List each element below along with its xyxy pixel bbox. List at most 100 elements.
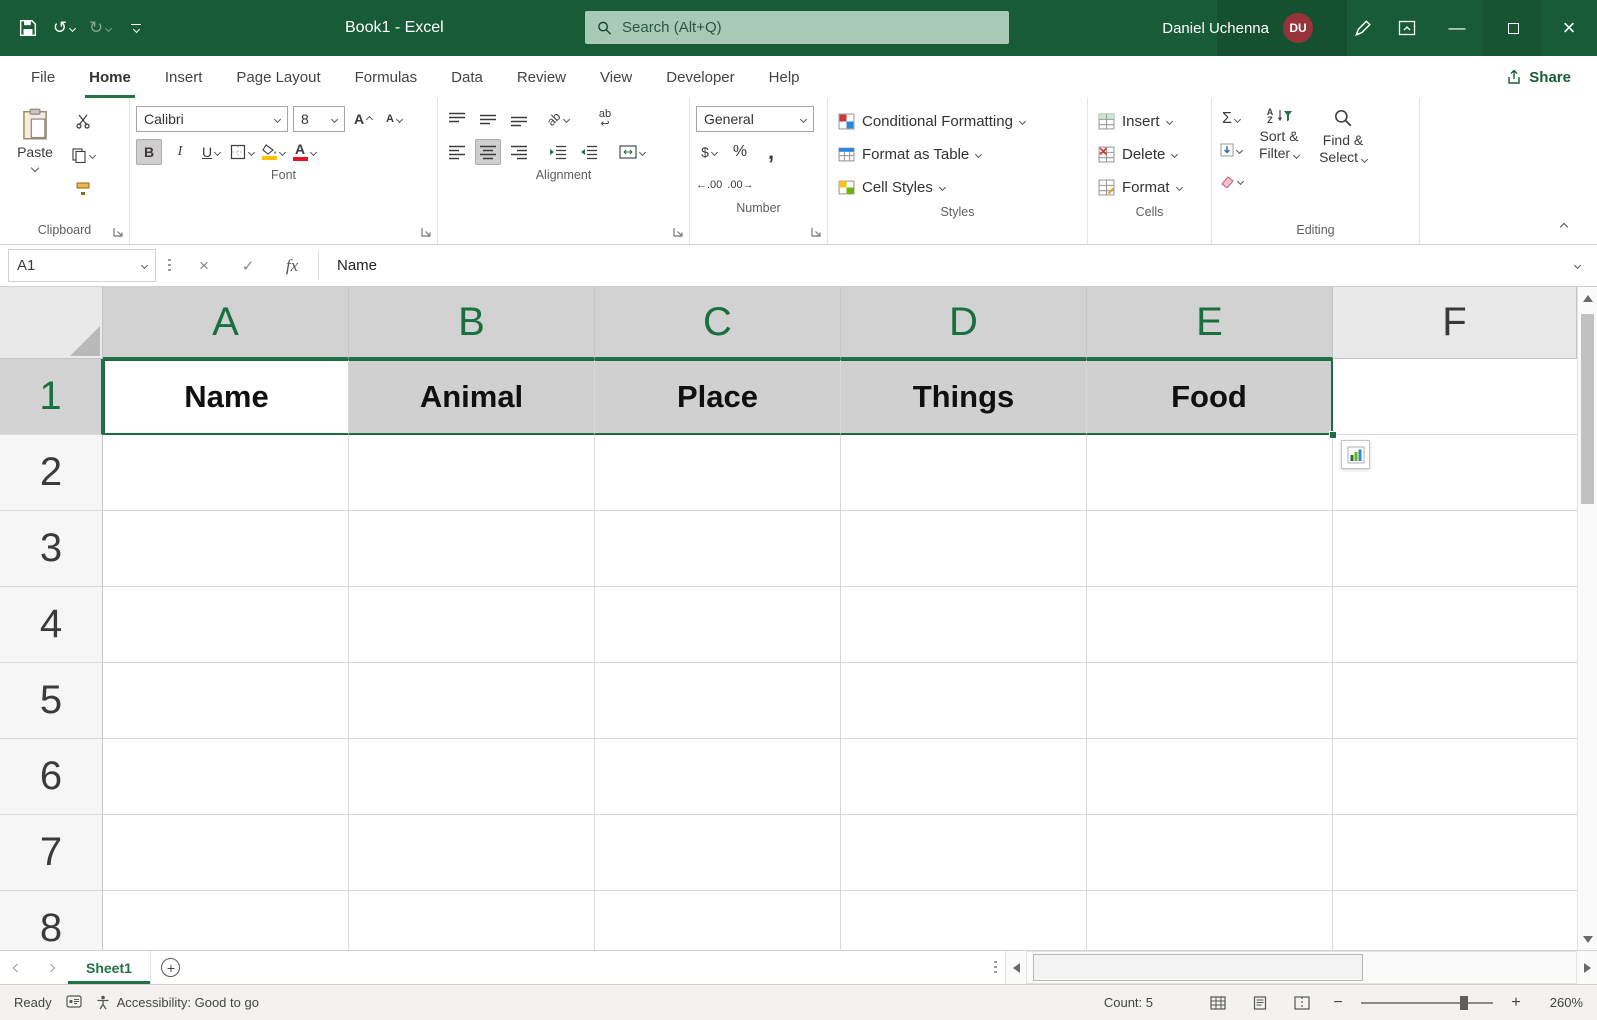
- grid-cell[interactable]: [1087, 739, 1333, 815]
- alignment-dialog-launcher[interactable]: [672, 225, 685, 238]
- grid-cell[interactable]: [103, 587, 349, 663]
- search-box[interactable]: [585, 11, 1009, 44]
- grid-cell[interactable]: [1087, 663, 1333, 739]
- grid-cell[interactable]: [349, 891, 595, 950]
- column-header-B[interactable]: B: [349, 287, 595, 359]
- previous-sheet-button[interactable]: [0, 951, 34, 984]
- top-align-button[interactable]: [444, 106, 470, 132]
- grid-cell[interactable]: [349, 511, 595, 587]
- tab-data[interactable]: Data: [434, 56, 500, 98]
- zoom-slider[interactable]: [1361, 995, 1493, 1010]
- comma-style-button[interactable]: ,: [758, 139, 784, 165]
- tab-help[interactable]: Help: [752, 56, 817, 98]
- save-button[interactable]: [12, 8, 44, 48]
- collapse-ribbon-button[interactable]: [1555, 220, 1573, 234]
- fill-color-button[interactable]: [260, 139, 286, 165]
- grid-cell[interactable]: [1087, 891, 1333, 950]
- grid-cell[interactable]: [1333, 815, 1577, 891]
- cell-B1[interactable]: Animal: [349, 359, 595, 435]
- vertical-scroll-thumb[interactable]: [1581, 314, 1594, 504]
- avatar[interactable]: DU: [1283, 13, 1313, 43]
- format-painter-button[interactable]: [70, 176, 96, 202]
- cell-styles-button[interactable]: Cell Styles: [834, 172, 1081, 202]
- horizontal-scroll-track[interactable]: [1026, 951, 1577, 984]
- font-dialog-launcher[interactable]: [420, 225, 433, 238]
- fill-handle[interactable]: [1329, 431, 1337, 439]
- tab-view[interactable]: View: [583, 56, 649, 98]
- name-box[interactable]: A1: [8, 249, 156, 282]
- grid-cell[interactable]: [103, 663, 349, 739]
- tab-file[interactable]: File: [14, 56, 72, 98]
- grid-cell[interactable]: [349, 663, 595, 739]
- grid-cell[interactable]: [1087, 435, 1333, 511]
- normal-view-button[interactable]: [1205, 992, 1231, 1014]
- cell-D1[interactable]: Things: [841, 359, 1087, 435]
- next-sheet-button[interactable]: [34, 951, 68, 984]
- grid-cell[interactable]: [103, 891, 349, 950]
- accessibility-status[interactable]: Accessibility: Good to go: [96, 995, 259, 1010]
- find-select-button[interactable]: Find & Select: [1314, 106, 1372, 166]
- row-header-7[interactable]: 7: [0, 815, 103, 891]
- column-header-D[interactable]: D: [841, 287, 1087, 359]
- tab-developer[interactable]: Developer: [649, 56, 751, 98]
- column-header-A[interactable]: A: [103, 287, 349, 359]
- align-right-button[interactable]: [506, 139, 532, 165]
- page-break-preview-button[interactable]: [1289, 992, 1315, 1014]
- percent-style-button[interactable]: %: [727, 139, 753, 165]
- ink-pen-button[interactable]: [1341, 0, 1385, 56]
- formula-bar-handle[interactable]: [156, 245, 182, 286]
- user-name[interactable]: Daniel Uchenna: [1162, 20, 1269, 37]
- insert-function-button[interactable]: fx: [270, 245, 314, 286]
- column-header-C[interactable]: C: [595, 287, 841, 359]
- bold-button[interactable]: B: [136, 139, 162, 165]
- new-sheet-button[interactable]: +: [151, 951, 191, 984]
- grid-cell[interactable]: [349, 587, 595, 663]
- redo-button[interactable]: ↻: [84, 8, 116, 48]
- zoom-level[interactable]: 260%: [1539, 995, 1583, 1010]
- fill-button[interactable]: [1218, 139, 1244, 161]
- share-button[interactable]: Share: [1506, 56, 1571, 98]
- accounting-format-button[interactable]: $: [696, 139, 722, 165]
- confirm-entry-button[interactable]: ✓: [226, 245, 270, 286]
- customize-quick-access-button[interactable]: [120, 8, 152, 48]
- cell-E1[interactable]: Food: [1087, 359, 1333, 435]
- decrease-font-size-button[interactable]: A: [381, 106, 407, 132]
- grid-cell[interactable]: [349, 739, 595, 815]
- vertical-scrollbar[interactable]: [1577, 287, 1597, 950]
- decrease-indent-button[interactable]: [545, 139, 571, 165]
- grid-cell[interactable]: [841, 511, 1087, 587]
- maximize-button[interactable]: [1485, 0, 1541, 56]
- center-button[interactable]: [475, 139, 501, 165]
- grid-cell[interactable]: [1333, 663, 1577, 739]
- italic-button[interactable]: I: [167, 139, 193, 165]
- increase-decimal-button[interactable]: ←.00: [696, 172, 722, 198]
- conditional-formatting-button[interactable]: Conditional Formatting: [834, 106, 1081, 136]
- font-family-select[interactable]: Calibri: [136, 106, 288, 132]
- format-cells-button[interactable]: Format: [1094, 172, 1205, 202]
- row-header-4[interactable]: 4: [0, 587, 103, 663]
- horizontal-scrollbar[interactable]: [1005, 951, 1597, 984]
- grid-cell[interactable]: [841, 891, 1087, 950]
- format-as-table-button[interactable]: Format as Table: [834, 139, 1081, 169]
- insert-cells-button[interactable]: Insert: [1094, 106, 1205, 136]
- scroll-right-button[interactable]: [1577, 951, 1597, 984]
- row-header-8[interactable]: 8: [0, 891, 103, 950]
- merge-center-button[interactable]: [619, 139, 647, 165]
- cell-F1[interactable]: [1333, 359, 1577, 435]
- scroll-down-button[interactable]: [1578, 928, 1597, 950]
- row-header-1[interactable]: 1: [0, 359, 103, 435]
- decrease-decimal-button[interactable]: .00→: [727, 172, 753, 198]
- search-input[interactable]: [622, 19, 997, 36]
- zoom-out-button[interactable]: −: [1331, 994, 1345, 1012]
- grid-cell[interactable]: [1333, 587, 1577, 663]
- grid-cell[interactable]: [103, 815, 349, 891]
- sort-filter-button[interactable]: A Z Sort & Filter: [1250, 106, 1308, 162]
- vertical-scroll-track[interactable]: [1578, 309, 1597, 928]
- grid-cell[interactable]: [103, 511, 349, 587]
- grid-cell[interactable]: [1087, 511, 1333, 587]
- tab-formulas[interactable]: Formulas: [338, 56, 435, 98]
- borders-button[interactable]: [229, 139, 256, 165]
- grid-cell[interactable]: [349, 435, 595, 511]
- paste-button[interactable]: Paste: [6, 106, 64, 173]
- row-header-5[interactable]: 5: [0, 663, 103, 739]
